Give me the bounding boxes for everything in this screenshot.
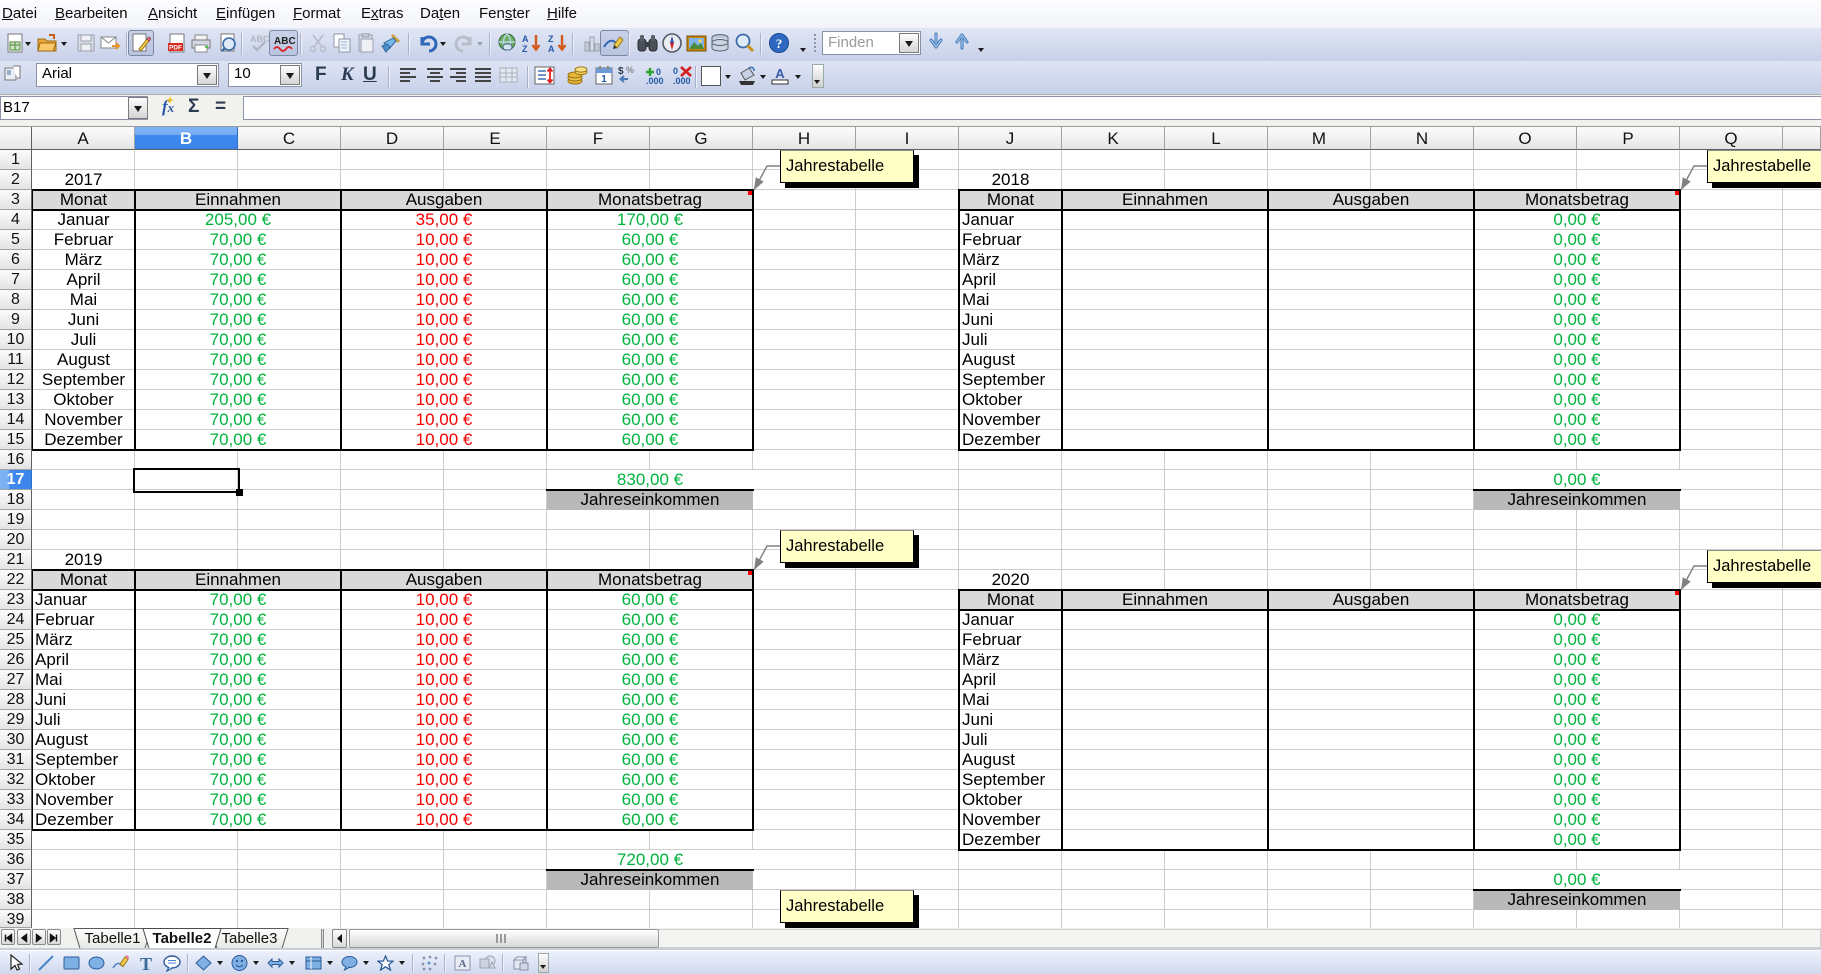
svg-text:ABC: ABC [250, 34, 269, 44]
svg-text:$: $ [618, 66, 624, 77]
svg-text:.000: .000 [646, 76, 664, 86]
svg-text:%: % [626, 65, 634, 75]
svg-text:A: A [775, 66, 785, 81]
svg-text:A: A [548, 44, 555, 54]
svg-text:A: A [459, 958, 467, 970]
svg-text:PDF: PDF [169, 45, 182, 52]
svg-text:ABC: ABC [274, 36, 295, 47]
svg-text:.000: .000 [673, 76, 691, 86]
svg-text:Z: Z [522, 44, 528, 54]
svg-text:1: 1 [601, 74, 607, 85]
svg-text:Z: Z [548, 34, 554, 44]
svg-text:0: 0 [673, 66, 678, 76]
svg-text:A: A [522, 34, 529, 44]
svg-text:?: ? [776, 36, 783, 51]
